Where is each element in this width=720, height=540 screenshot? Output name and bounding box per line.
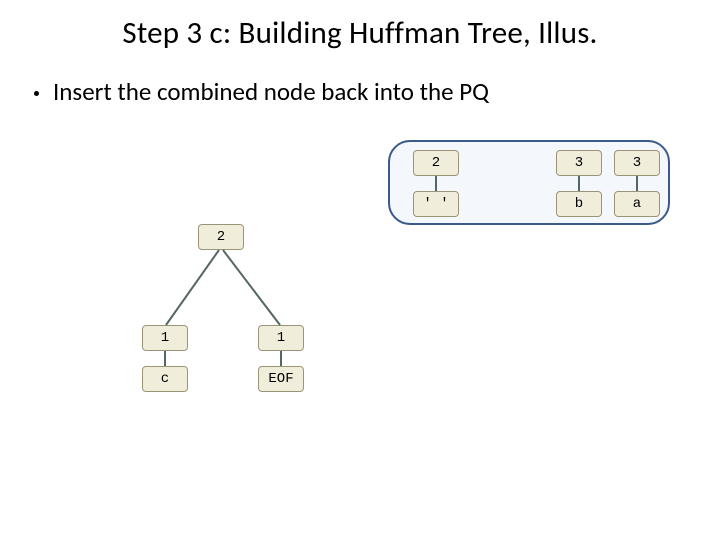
tree-left-label: c	[142, 366, 188, 392]
tree-root-freq: 2	[198, 224, 244, 250]
pq-item-2-label: a	[614, 191, 660, 217]
bullet-line: Insert the combined node back into the P…	[34, 76, 489, 107]
slide-title: Step 3 c: Building Huffman Tree, Illus.	[0, 14, 720, 52]
tree-left-freq: 1	[142, 325, 188, 351]
bullet-text: Insert the combined node back into the P…	[53, 76, 489, 107]
bullet-dot	[34, 91, 39, 96]
pq-item-2-freq: 3	[614, 150, 660, 176]
tree-right-label: EOF	[258, 366, 304, 392]
pq-item-0-freq: 2	[413, 150, 459, 176]
tree-right-freq: 1	[258, 325, 304, 351]
pq-item-0-label: ' '	[413, 191, 459, 217]
pq-item-1-freq: 3	[556, 150, 602, 176]
pq-item-1-label: b	[556, 191, 602, 217]
